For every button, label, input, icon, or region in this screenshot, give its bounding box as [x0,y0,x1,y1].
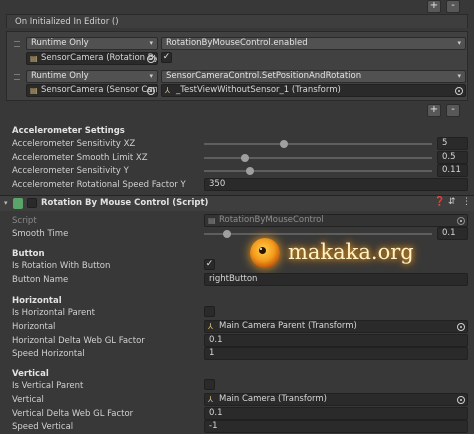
slider-track[interactable] [204,157,432,159]
horizontal-object-field[interactable]: ⅄ Main Camera Parent (Transform) [204,320,468,333]
component-title: Rotation By Mouse Control (Script) [41,198,209,208]
param-checkbox-1[interactable]: ✓ [161,52,172,63]
horizontal-header: Horizontal [12,296,62,306]
drag-handle-icon[interactable] [14,41,20,47]
smooth-time-value[interactable]: 0.1 [437,227,468,240]
watermark-text: makaka.org [288,240,414,264]
slider-knob[interactable] [241,154,250,162]
accelerometer-header: Accelerometer Settings [12,126,125,136]
add-button-top[interactable]: + [427,0,441,13]
script-icon: ▤ [30,86,38,95]
drag-handle-icon[interactable] [14,74,20,80]
script-icon [13,198,23,209]
button-name-label: Button Name [12,275,69,285]
is-vertical-parent-label: Is Vertical Parent [12,381,84,391]
script-icon: ▤ [208,216,216,225]
is-rotation-with-button-checkbox[interactable]: ✓ [204,259,215,270]
help-icon[interactable]: ❓ [434,197,445,207]
accel-sensitivity-xz-label: Accelerometer Sensitivity XZ [12,139,136,149]
param-object-field-2[interactable]: ⅄ _TestViewWithoutSensor_1 (Transform) [161,84,466,97]
is-rotation-with-button-label: Is Rotation With Button [12,261,111,271]
target-field-1[interactable]: ▤ SensorCamera (Rotation By [26,52,158,65]
slider-knob[interactable] [279,140,288,148]
speed-vertical-label: Speed Vertical [12,422,74,432]
vertical-object-field[interactable]: ⅄ Main Camera (Transform) [204,393,468,406]
button-header: Button [12,249,45,259]
script-field: ▤ RotationByMouseControl [204,214,468,227]
object-picker-icon[interactable] [457,323,465,331]
runtime-dropdown-1[interactable]: Runtime Only ▾ [26,37,158,50]
button-name-field[interactable]: rightButton [204,273,468,286]
is-vertical-parent-checkbox[interactable] [204,379,215,390]
horizontal-delta-label: Horizontal Delta Web GL Factor [12,336,145,346]
script-label: Script [12,216,37,226]
speed-horizontal-label: Speed Horizontal [12,349,85,359]
remove-button[interactable]: - [446,104,460,117]
vertical-header: Vertical [12,369,49,379]
foldout-arrow-icon[interactable]: ▾ [4,199,8,207]
remove-button-top[interactable]: - [446,0,460,13]
object-picker-icon[interactable] [147,87,155,95]
speed-horizontal-field[interactable]: 1 [204,347,468,360]
runtime-dropdown-2[interactable]: Runtime Only ▾ [26,70,158,83]
accel-smooth-limit-label: Accelerometer Smooth Limit XZ [12,153,148,163]
vertical-delta-label: Vertical Delta Web GL Factor [12,409,134,419]
vertical-delta-field[interactable]: 0.1 [204,407,468,420]
accel-sensitivity-xz-value[interactable]: 5 [437,137,468,150]
horizontal-delta-field[interactable]: 0.1 [204,334,468,347]
accel-smooth-limit-value[interactable]: 0.5 [437,151,468,164]
accel-rotational-speed-label: Accelerometer Rotational Speed Factor Y [12,180,186,190]
kebab-menu-icon[interactable]: ⋮ [462,197,471,207]
horizontal-label: Horizontal [12,322,56,332]
smooth-time-label: Smooth Time [12,229,69,239]
target-field-2[interactable]: ▤ SensorCamera (Sensor Can [26,84,158,97]
slider-track[interactable] [204,143,432,145]
slider-track[interactable] [204,170,432,172]
object-picker-icon[interactable] [147,55,155,63]
event-header: On Initialized In Editor () [6,14,468,28]
vertical-label: Vertical [12,395,44,405]
component-enabled-checkbox[interactable] [27,198,37,208]
is-horizontal-parent-checkbox[interactable] [204,306,215,317]
speed-vertical-field[interactable]: -1 [204,420,468,433]
object-picker-icon [457,217,465,225]
preset-icon[interactable]: ⇵ [448,197,456,207]
is-horizontal-parent-label: Is Horizontal Parent [12,308,95,318]
slider-knob[interactable] [245,167,254,175]
method-dropdown-1[interactable]: RotationByMouseControl.enabled ▾ [161,37,466,50]
method-dropdown-2[interactable]: SensorCameraControl.SetPositionAndRotati… [161,70,466,83]
add-button[interactable]: + [427,104,441,117]
script-icon: ▤ [30,54,38,63]
accel-sensitivity-y-label: Accelerometer Sensitivity Y [12,166,129,176]
component-header[interactable]: ▾ Rotation By Mouse Control (Script) ❓ ⇵… [0,196,474,211]
slider-track[interactable] [204,233,432,235]
transform-icon: ⅄ [165,86,170,95]
makaka-logo-icon [250,238,280,268]
object-picker-icon[interactable] [457,396,465,404]
slider-knob[interactable] [222,230,231,238]
transform-icon: ⅄ [208,395,213,404]
transform-icon: ⅄ [208,322,213,331]
event-title: On Initialized In Editor () [15,17,119,27]
accel-sensitivity-y-value[interactable]: 0.11 [437,164,468,177]
accel-rotational-speed-value[interactable]: 350 [204,178,468,191]
object-picker-icon[interactable] [455,87,463,95]
